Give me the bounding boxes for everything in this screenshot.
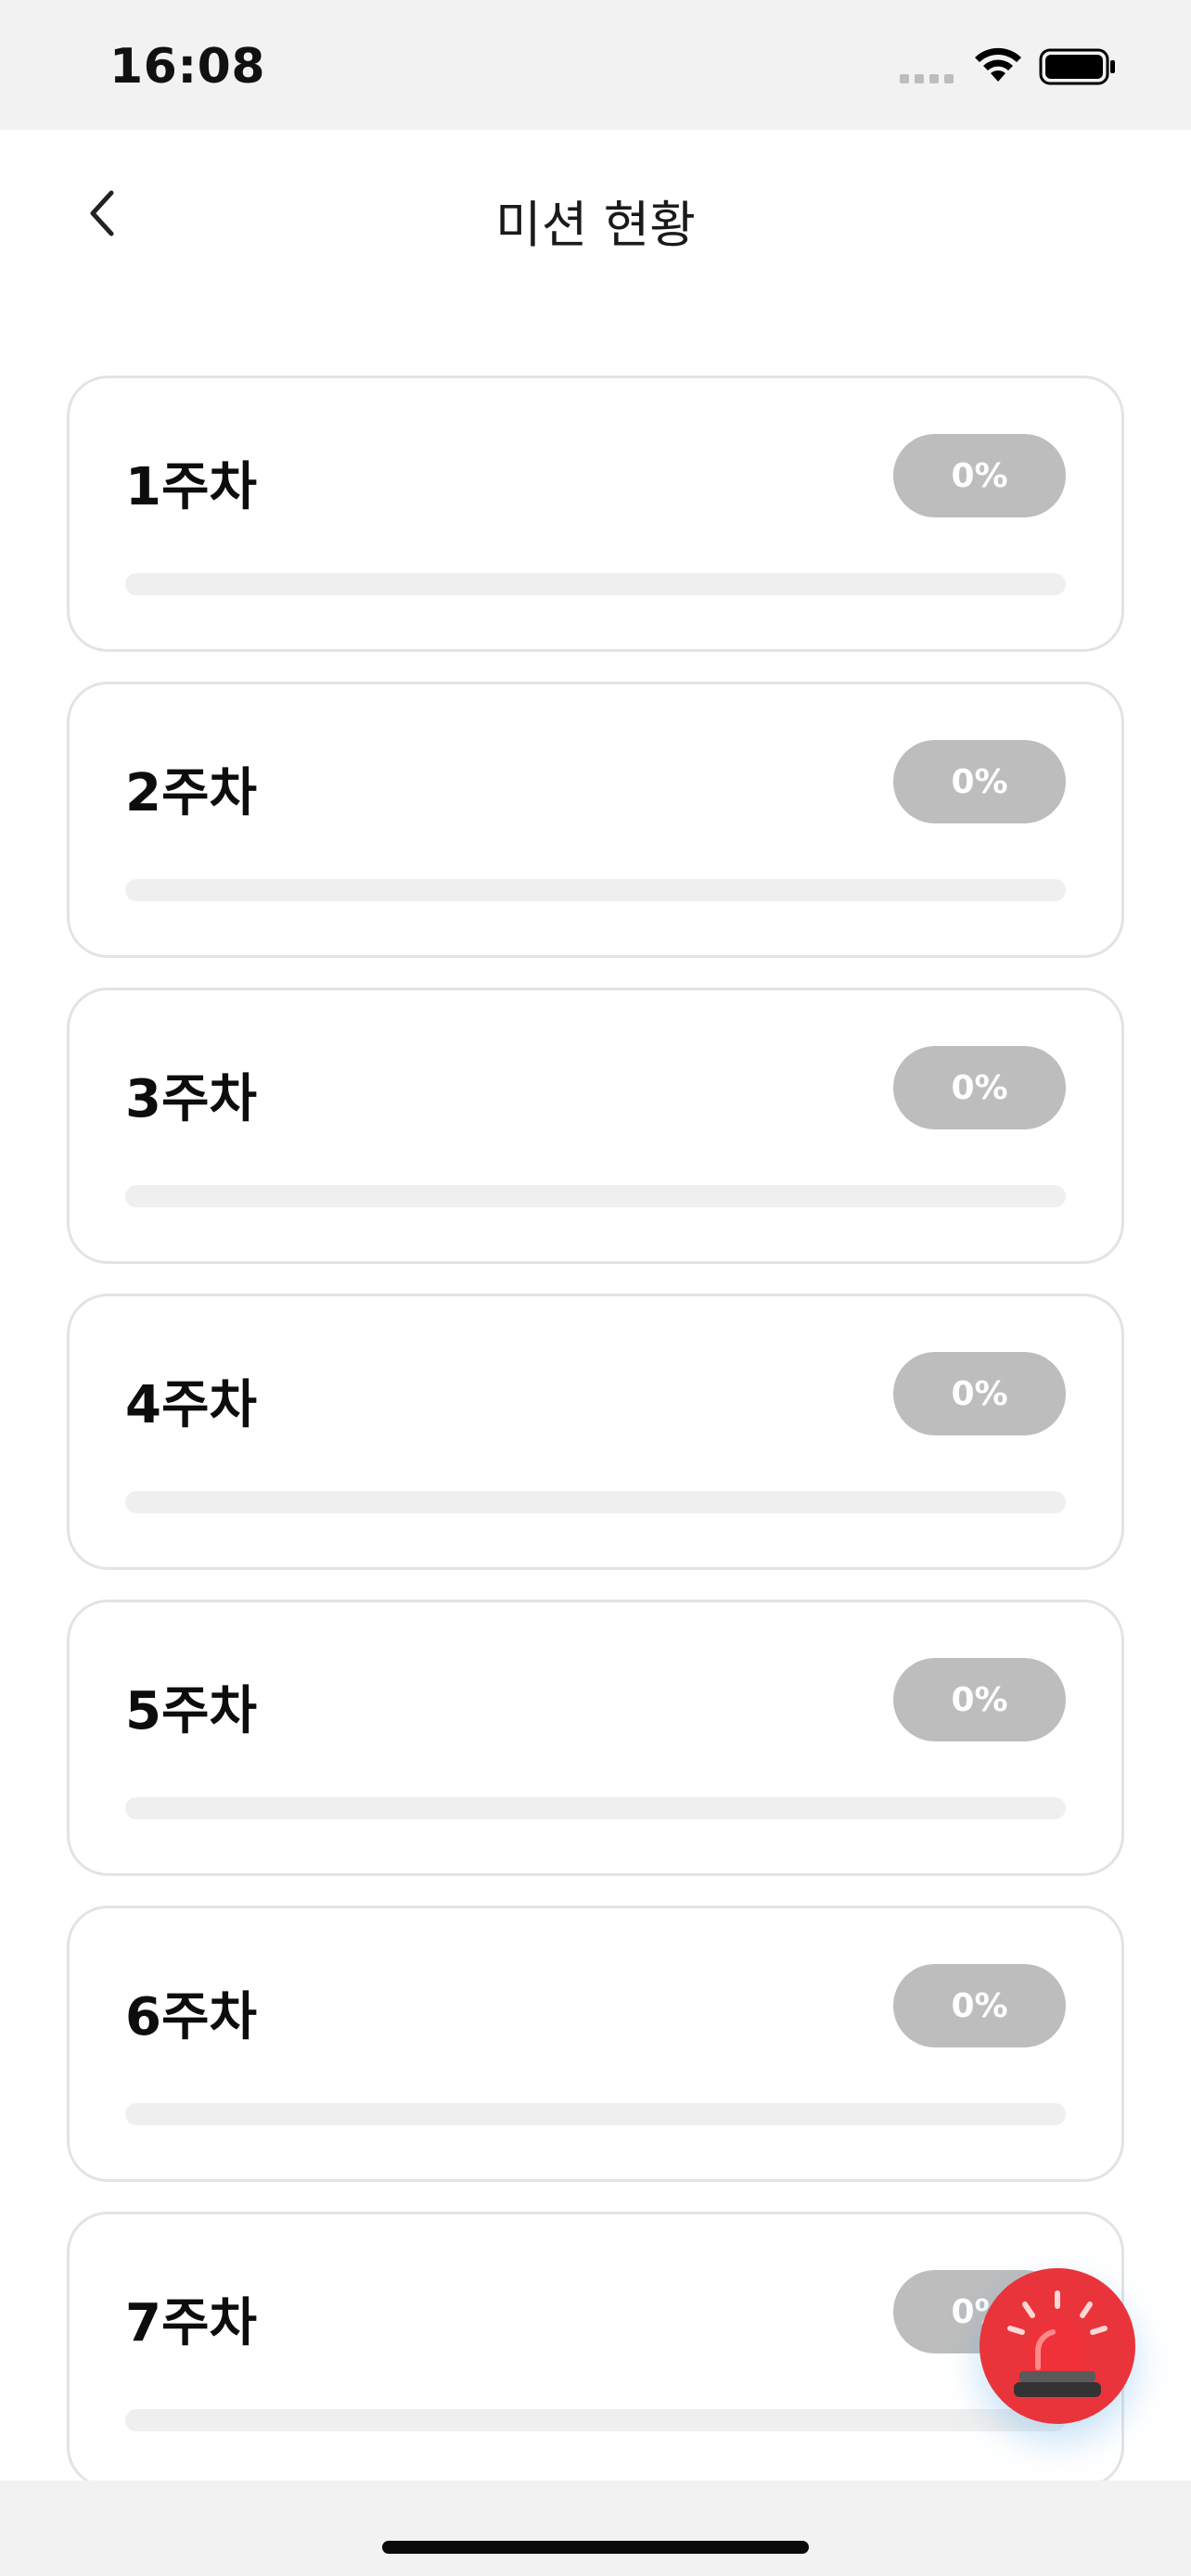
progress-bar xyxy=(125,879,1066,901)
home-indicator[interactable] xyxy=(382,2541,809,2554)
home-indicator-bar xyxy=(0,2480,1191,2576)
week-card[interactable]: 3주차 0% xyxy=(67,988,1124,1264)
mission-status-screen: 미션 현황 1주차 0% 2주차 0% 3주차 0% 4주차 0% 5주차 0% 6주차 0% 7주차 0… xyxy=(0,130,1191,2480)
emergency-siren-button[interactable] xyxy=(980,2268,1135,2424)
progress-bar xyxy=(125,1185,1066,1207)
week-card[interactable]: 5주차 0% xyxy=(67,1600,1124,1876)
progress-bar xyxy=(125,2409,1066,2431)
siren-icon xyxy=(1007,2290,1108,2397)
status-time: 16:08 xyxy=(109,39,266,95)
week-title: 5주차 xyxy=(125,1681,258,1741)
week-card[interactable]: 1주차 0% xyxy=(67,376,1124,652)
progress-bar xyxy=(125,2103,1066,2125)
progress-bar xyxy=(125,1491,1066,1513)
navigation-bar: 미션 현황 xyxy=(0,130,1191,306)
week-card[interactable]: 6주차 0% xyxy=(67,1906,1124,2182)
progress-percent-badge: 0% xyxy=(893,434,1066,517)
battery-icon xyxy=(1039,48,1117,89)
cellular-signal-icon xyxy=(900,74,954,83)
progress-percent-badge: 0% xyxy=(893,1352,1066,1435)
week-card[interactable]: 7주차 0% xyxy=(67,2212,1124,2480)
week-list: 1주차 0% 2주차 0% 3주차 0% 4주차 0% 5주차 0% 6주차 0% 7주차 0% xyxy=(67,376,1124,2480)
page-title: 미션 현황 xyxy=(495,196,696,254)
week-card[interactable]: 4주차 0% xyxy=(67,1294,1124,1570)
progress-bar xyxy=(125,1797,1066,1819)
progress-percent-badge: 0% xyxy=(893,1964,1066,2047)
progress-percent-badge: 0% xyxy=(893,1046,1066,1129)
week-title: 3주차 xyxy=(125,1069,258,1129)
week-title: 1주차 xyxy=(125,457,258,517)
wifi-icon xyxy=(972,45,1024,87)
week-title: 6주차 xyxy=(125,1987,258,2047)
week-title: 7주차 xyxy=(125,2293,258,2353)
week-card[interactable]: 2주차 0% xyxy=(67,682,1124,958)
progress-percent-badge: 0% xyxy=(893,740,1066,823)
status-bar: 16:08 xyxy=(0,0,1191,130)
week-title: 4주차 xyxy=(125,1375,258,1435)
progress-percent-badge: 0% xyxy=(893,1658,1066,1741)
progress-bar xyxy=(125,573,1066,595)
week-title: 2주차 xyxy=(125,763,258,823)
